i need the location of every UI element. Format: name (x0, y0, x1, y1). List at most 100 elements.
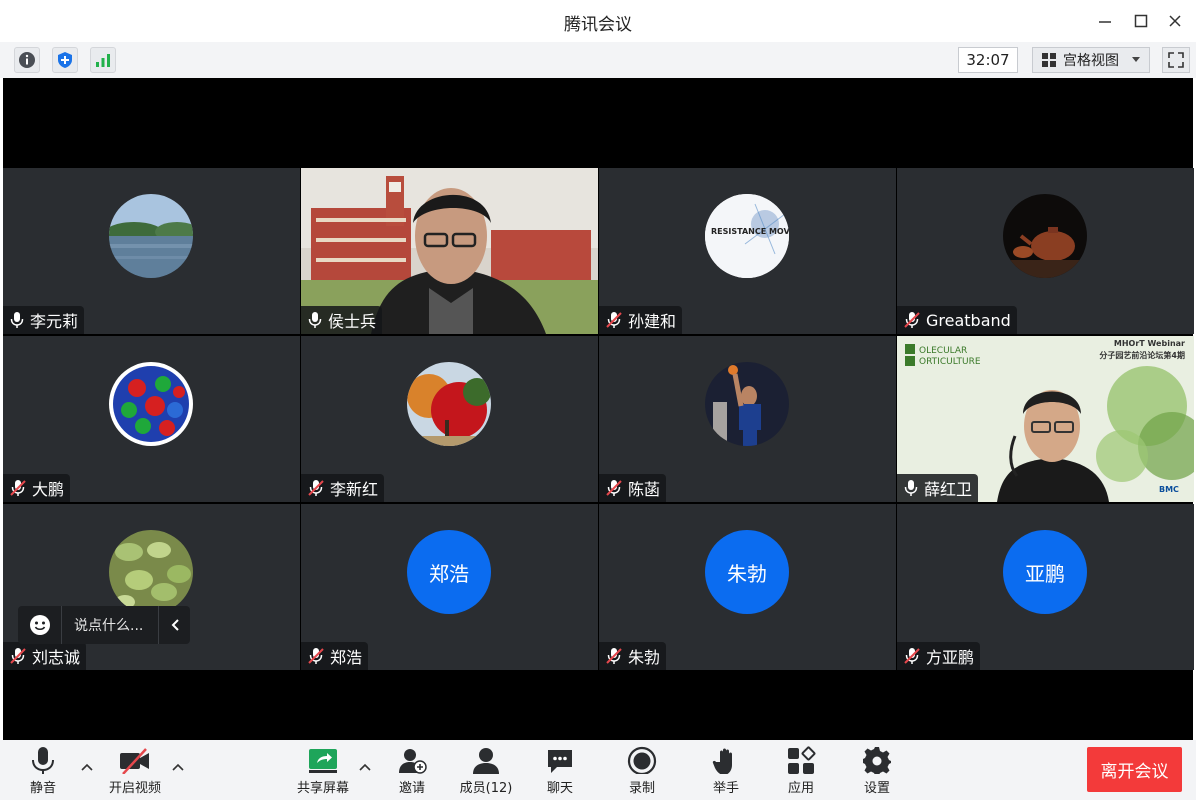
quick-chat-bar[interactable]: 说点什么... (18, 606, 190, 644)
participant-tile[interactable]: Greatband (897, 168, 1194, 334)
initials-avatar: 亚鹏 (1003, 530, 1087, 614)
settings-label: 设置 (863, 781, 890, 796)
apps-grid-icon (788, 746, 816, 774)
invite-label: 邀请 (398, 781, 425, 796)
webinar-title: MHOrT Webinar (1114, 339, 1185, 348)
record-button[interactable]: 录制 (607, 746, 677, 796)
apps-label: 应用 (787, 781, 814, 796)
mic-muted-icon (606, 312, 622, 328)
meeting-toolbar: 32:07 宫格视图 (0, 42, 1196, 78)
mic-muted-icon (10, 648, 26, 664)
participant-nametag: 侯士兵 (301, 306, 383, 334)
share-screen-icon (309, 749, 337, 773)
meeting-timer: 32:07 (958, 47, 1018, 73)
participant-tile[interactable]: 刘志诚 (3, 504, 300, 670)
members-button[interactable]: 成员(12) (451, 746, 521, 796)
mic-muted-icon (904, 648, 920, 664)
settings-button[interactable]: 设置 (842, 746, 912, 796)
quick-chat-input[interactable]: 说点什么... (62, 615, 158, 635)
mic-muted-icon (904, 312, 920, 328)
mute-button[interactable]: 静音 (8, 746, 78, 796)
chat-button[interactable]: 聊天 (525, 746, 595, 796)
raise-hand-label: 举手 (712, 781, 739, 796)
resistance-movement-avatar: RESISTANCE MOVEMENT (705, 194, 789, 278)
initials-avatar: 朱勃 (705, 530, 789, 614)
mute-options-caret-icon[interactable] (80, 760, 94, 774)
add-person-icon (399, 749, 427, 774)
emoji-icon[interactable] (18, 606, 62, 644)
teapot-avatar (1003, 194, 1087, 278)
start-video-button[interactable]: 开启视频 (100, 746, 170, 796)
participant-name: 大鹏 (32, 480, 65, 499)
participant-name: 刘志诚 (32, 648, 81, 667)
participant-nametag: 朱勃 (599, 642, 667, 670)
mic-muted-icon (308, 480, 324, 496)
participant-nametag: Greatband (897, 306, 1017, 334)
raise-hand-button[interactable]: 举手 (691, 746, 761, 796)
leave-meeting-button[interactable]: 离开会议 (1087, 747, 1182, 792)
participant-nametag: 刘志诚 (3, 642, 87, 670)
participant-tile[interactable]: 郑浩 郑浩 (301, 504, 598, 670)
chat-bubble-icon (548, 750, 572, 773)
participant-tile[interactable]: RESISTANCE MOVEMENT 孙建和 (599, 168, 896, 334)
succulent-avatar (109, 530, 193, 614)
participant-tile[interactable]: 朱勃 朱勃 (599, 504, 896, 670)
start-video-label: 开启视频 (108, 781, 161, 796)
view-mode-select[interactable]: 宫格视图 (1032, 47, 1150, 73)
participant-nametag: 陈菡 (599, 474, 667, 502)
mute-label: 静音 (29, 781, 56, 796)
participant-nametag: 李元莉 (3, 306, 85, 334)
signal-icon[interactable] (90, 47, 116, 73)
raise-hand-icon (712, 748, 732, 774)
invite-button[interactable]: 邀请 (377, 746, 447, 796)
record-icon (627, 746, 657, 774)
webinar-subtitle: 分子园艺前沿论坛第4期 (1099, 350, 1185, 360)
mic-icon (308, 312, 322, 328)
participant-name: 李新红 (330, 480, 379, 499)
mic-muted-icon (10, 480, 26, 496)
participant-nametag: 孙建和 (599, 306, 683, 334)
participant-tile[interactable]: 李新红 (301, 336, 598, 502)
grid-view-icon (1042, 53, 1056, 67)
participant-name: 薛红卫 (924, 480, 973, 499)
share-screen-button[interactable]: 共享屏幕 (288, 746, 358, 796)
control-bar: 静音 开启视频 共享屏幕 邀请 成员(12) 聊天 录制 举手 应用 设置 离开… (0, 740, 1196, 800)
participant-tile-active-speaker[interactable]: 侯士兵 (301, 168, 598, 334)
fullscreen-icon[interactable] (1162, 47, 1190, 73)
collapse-chevron-icon[interactable] (158, 606, 190, 644)
members-label: 成员(12) (459, 781, 513, 796)
chat-label: 聊天 (546, 781, 573, 796)
apps-button[interactable]: 应用 (766, 746, 836, 796)
view-mode-label: 宫格视图 (1063, 53, 1119, 69)
security-shield-icon[interactable] (52, 47, 78, 73)
microphone-icon (32, 747, 54, 774)
participant-tile[interactable]: 李元莉 (3, 168, 300, 334)
mic-icon (904, 480, 918, 496)
webinar-logo-line1: OLECULAR (919, 346, 967, 356)
title-bar: 腾讯会议 (0, 0, 1196, 42)
maximize-icon[interactable] (1128, 8, 1154, 34)
resistance-text: RESISTANCE MOVEMENT (711, 227, 789, 236)
participant-nametag: 薛红卫 (897, 474, 979, 502)
participant-name: 方亚鹏 (926, 648, 975, 667)
participant-tile[interactable]: 大鹏 (3, 336, 300, 502)
autumn-tree-avatar (407, 362, 491, 446)
bmc-logo: BMC (1159, 485, 1179, 494)
molecule-avatar (109, 362, 193, 446)
participant-tile[interactable]: 亚鹏 方亚鹏 (897, 504, 1194, 670)
initials-avatar: 郑浩 (407, 530, 491, 614)
minimize-icon[interactable] (1092, 8, 1118, 34)
mic-muted-icon (308, 648, 324, 664)
video-options-caret-icon[interactable] (171, 760, 185, 774)
participant-name: 侯士兵 (328, 312, 377, 331)
close-icon[interactable] (1162, 8, 1188, 34)
participant-name: 李元莉 (30, 312, 79, 331)
share-options-caret-icon[interactable] (358, 760, 372, 774)
gear-icon (863, 747, 891, 774)
participant-tile[interactable]: 陈菡 (599, 336, 896, 502)
mic-muted-icon (606, 648, 622, 664)
participant-tile[interactable]: OLECULAR ORTICULTURE MHOrT Webinar 分子园艺前… (897, 336, 1194, 502)
info-icon[interactable] (14, 47, 40, 73)
participant-nametag: 方亚鹏 (897, 642, 981, 670)
participant-nametag: 李新红 (301, 474, 385, 502)
